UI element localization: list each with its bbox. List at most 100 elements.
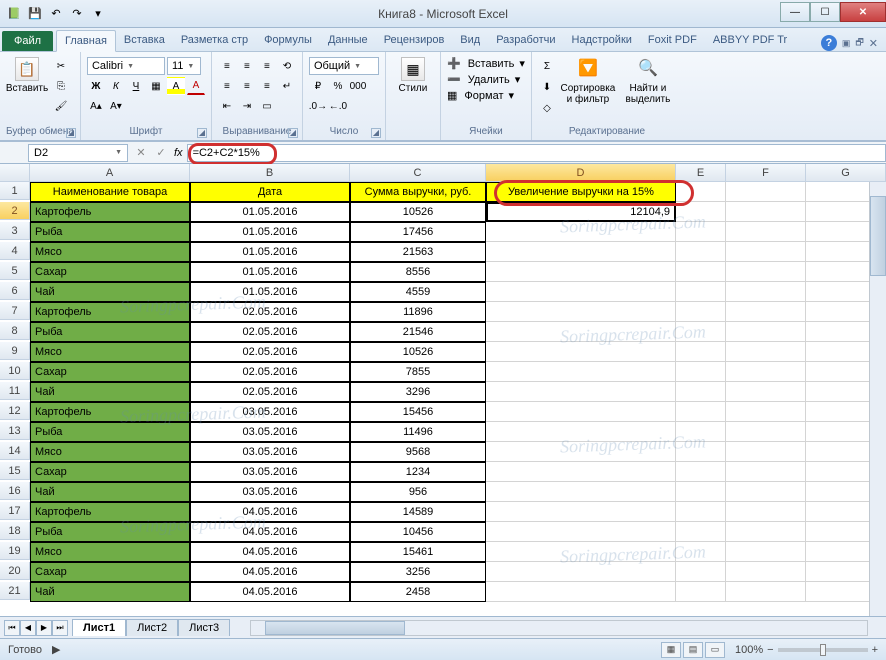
cell[interactable] [676, 422, 726, 442]
cell[interactable]: Дата [190, 182, 350, 202]
cell[interactable] [486, 422, 676, 442]
cell[interactable]: 03.05.2016 [190, 402, 350, 422]
sheet-tab[interactable]: Лист1 [72, 619, 126, 636]
cell[interactable] [726, 442, 806, 462]
row-header[interactable]: 13 [0, 422, 30, 440]
cell[interactable] [726, 322, 806, 342]
cell[interactable]: 02.05.2016 [190, 362, 350, 382]
grow-font-icon[interactable]: A▴ [87, 97, 105, 115]
cell[interactable] [486, 282, 676, 302]
cell[interactable] [726, 222, 806, 242]
cell[interactable]: Чай [30, 482, 190, 502]
column-header[interactable]: G [806, 164, 886, 182]
cell[interactable]: 10526 [350, 202, 486, 222]
cell[interactable]: Чай [30, 582, 190, 602]
cell[interactable] [676, 362, 726, 382]
cell[interactable] [486, 242, 676, 262]
launcher-icon[interactable]: ◢ [197, 128, 207, 138]
cell[interactable] [486, 402, 676, 422]
spreadsheet-grid[interactable]: ABCDEFG1Наименование товараДатаСумма выр… [0, 164, 886, 616]
cell[interactable] [486, 582, 676, 602]
align-bottom-icon[interactable]: ≡ [258, 57, 276, 75]
autosum-icon[interactable]: Σ [538, 57, 556, 75]
cell[interactable] [676, 342, 726, 362]
cell[interactable] [726, 482, 806, 502]
cell[interactable]: Мясо [30, 542, 190, 562]
minimize-button[interactable]: — [780, 2, 810, 22]
cell[interactable] [486, 542, 676, 562]
launcher-icon[interactable]: ◢ [371, 128, 381, 138]
ribbon-tab[interactable]: Рецензиров [376, 30, 453, 51]
cell[interactable] [676, 542, 726, 562]
insert-cells-button[interactable]: ➕ Вставить ▾ [447, 57, 525, 70]
ribbon-tab[interactable]: Главная [56, 30, 116, 52]
cut-icon[interactable]: ✂ [52, 57, 70, 75]
orientation-icon[interactable]: ⟲ [278, 57, 296, 75]
cell[interactable]: 21563 [350, 242, 486, 262]
align-middle-icon[interactable]: ≡ [238, 57, 256, 75]
cell[interactable] [676, 242, 726, 262]
cell[interactable] [726, 182, 806, 202]
cell[interactable] [726, 262, 806, 282]
close-workbook-icon[interactable]: ✕ [869, 37, 878, 50]
cell[interactable]: 01.05.2016 [190, 242, 350, 262]
cell[interactable] [486, 222, 676, 242]
row-header[interactable]: 7 [0, 302, 30, 320]
styles-button[interactable]: ▦ Стили [392, 57, 434, 94]
row-header[interactable]: 10 [0, 362, 30, 380]
cell[interactable]: Картофель [30, 502, 190, 522]
fill-color-icon[interactable]: A [167, 77, 185, 95]
row-header[interactable]: 1 [0, 182, 30, 200]
last-sheet-icon[interactable]: ⏭ [52, 620, 68, 636]
sheet-tab[interactable]: Лист3 [178, 619, 230, 636]
cell[interactable]: 04.05.2016 [190, 502, 350, 522]
ribbon-tab[interactable]: Разметка стр [173, 30, 256, 51]
align-left-icon[interactable]: ≡ [218, 77, 236, 95]
row-header[interactable]: 9 [0, 342, 30, 360]
zoom-in-icon[interactable]: + [872, 644, 878, 656]
align-center-icon[interactable]: ≡ [238, 77, 256, 95]
cell[interactable] [726, 422, 806, 442]
cell[interactable] [676, 222, 726, 242]
shrink-font-icon[interactable]: A▾ [107, 97, 125, 115]
cell[interactable]: Картофель [30, 402, 190, 422]
close-button[interactable]: ✕ [840, 2, 886, 22]
cell[interactable] [676, 262, 726, 282]
cell[interactable] [676, 462, 726, 482]
copy-icon[interactable]: ⎘ [52, 77, 70, 95]
cell[interactable]: 02.05.2016 [190, 342, 350, 362]
cell[interactable] [486, 442, 676, 462]
cell[interactable]: Рыба [30, 222, 190, 242]
cell[interactable]: 04.05.2016 [190, 582, 350, 602]
maximize-button[interactable]: ☐ [810, 2, 840, 22]
cell[interactable]: 15456 [350, 402, 486, 422]
font-name-combo[interactable]: Calibri▼ [87, 57, 165, 75]
cell[interactable]: 15461 [350, 542, 486, 562]
zoom-level[interactable]: 100% [735, 644, 763, 656]
cell[interactable] [676, 382, 726, 402]
cell[interactable] [726, 362, 806, 382]
clear-icon[interactable]: ◇ [538, 99, 556, 117]
cell[interactable]: 4559 [350, 282, 486, 302]
cell[interactable] [676, 402, 726, 422]
cell[interactable]: 03.05.2016 [190, 422, 350, 442]
row-header[interactable]: 6 [0, 282, 30, 300]
row-header[interactable]: 4 [0, 242, 30, 260]
cell[interactable]: 03.05.2016 [190, 482, 350, 502]
column-header[interactable]: D [486, 164, 676, 182]
row-header[interactable]: 16 [0, 482, 30, 500]
cell[interactable] [486, 562, 676, 582]
cell[interactable] [726, 302, 806, 322]
cell[interactable]: Увеличение выручки на 15% [486, 182, 676, 202]
cell[interactable]: Мясо [30, 342, 190, 362]
cell[interactable]: 01.05.2016 [190, 282, 350, 302]
undo-icon[interactable]: ↶ [47, 5, 65, 23]
cell[interactable] [676, 502, 726, 522]
cell[interactable] [726, 382, 806, 402]
cell[interactable]: Чай [30, 282, 190, 302]
row-header[interactable]: 2 [0, 202, 30, 220]
save-icon[interactable]: 💾 [26, 5, 44, 23]
italic-button[interactable]: К [107, 77, 125, 95]
ribbon-tab[interactable]: Вид [452, 30, 488, 51]
cell[interactable] [726, 522, 806, 542]
